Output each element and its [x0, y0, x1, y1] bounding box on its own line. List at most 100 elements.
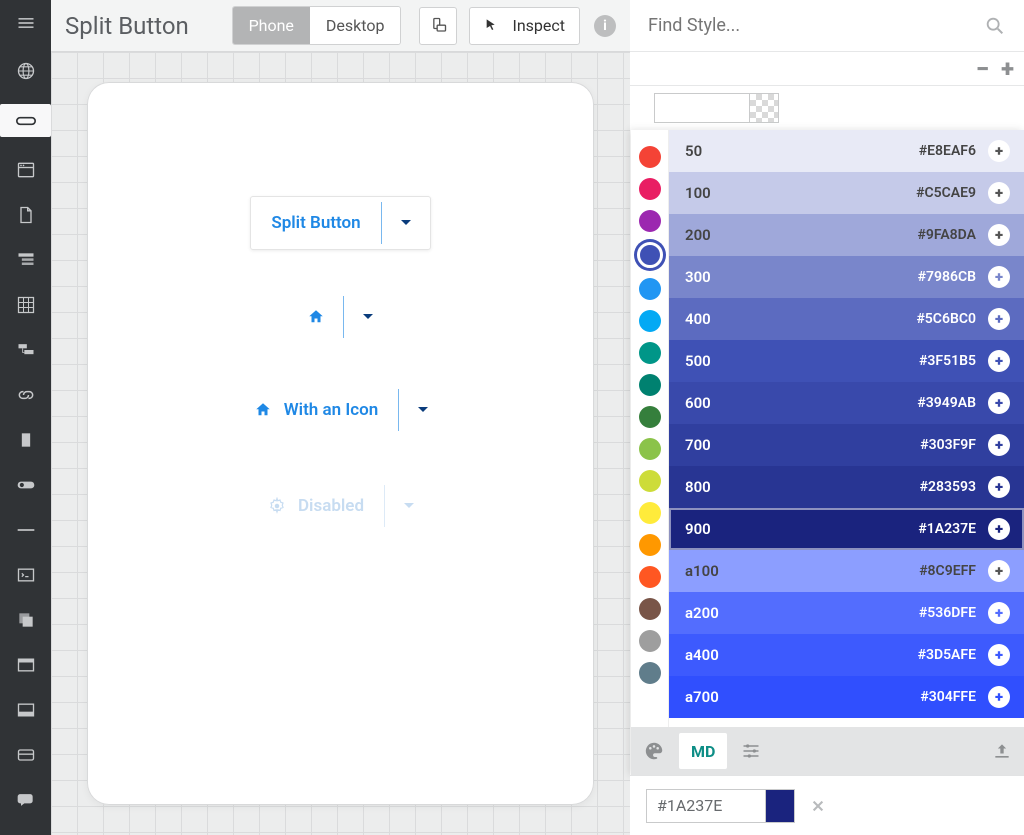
shade-name: 700	[685, 436, 920, 454]
widget-tree-icon[interactable]	[14, 248, 38, 272]
window-icon[interactable]	[14, 653, 38, 677]
search-icon[interactable]	[984, 15, 1006, 37]
hue-dot[interactable]	[639, 310, 661, 332]
hue-dot[interactable]	[639, 178, 661, 200]
browser-icon[interactable]	[14, 158, 38, 182]
shade-row[interactable]: 500#3F51B5+	[669, 340, 1024, 382]
tab-phone[interactable]: Phone	[233, 7, 310, 44]
transparent-swatch[interactable]	[749, 93, 779, 123]
hue-dot[interactable]	[639, 598, 661, 620]
add-shade-button[interactable]: +	[988, 266, 1010, 288]
split-button-main[interactable]: With an Icon	[234, 384, 399, 436]
shade-hex: #9FA8DA	[918, 227, 977, 243]
chat-icon[interactable]	[14, 788, 38, 812]
add-shade-button[interactable]: +	[988, 518, 1010, 540]
folder-tree-icon[interactable]	[14, 338, 38, 362]
inspect-button[interactable]: Inspect	[469, 7, 580, 45]
toggle-icon[interactable]	[14, 473, 38, 497]
divider	[384, 485, 385, 527]
terminal-icon[interactable]	[14, 563, 38, 587]
hue-dot[interactable]	[639, 210, 661, 232]
add-shade-button[interactable]: +	[988, 602, 1010, 624]
hue-dot[interactable]	[639, 342, 661, 364]
shade-row[interactable]: 100#C5CAE9+	[669, 172, 1024, 214]
shade-row[interactable]: 400#5C6BC0+	[669, 298, 1024, 340]
add-shade-button[interactable]: +	[988, 392, 1010, 414]
add-shade-button[interactable]: +	[988, 434, 1010, 456]
card-icon[interactable]	[14, 743, 38, 767]
upload-icon[interactable]	[992, 741, 1012, 761]
clear-icon[interactable]	[811, 799, 825, 813]
shade-row[interactable]: a400#3D5AFE +	[669, 634, 1024, 676]
hue-dot[interactable]	[639, 438, 661, 460]
hue-dot[interactable]	[639, 470, 661, 492]
add-shade-button[interactable]: +	[988, 308, 1010, 330]
hue-dot[interactable]	[639, 502, 661, 524]
add-shade-button[interactable]: +	[988, 476, 1010, 498]
shade-row[interactable]: a100#8C9EFF+	[669, 550, 1024, 592]
pill-icon[interactable]	[0, 104, 51, 137]
shade-row[interactable]: 600#3949AB+	[669, 382, 1024, 424]
hue-dot[interactable]	[639, 146, 661, 168]
palette-icon[interactable]	[643, 740, 665, 762]
add-shade-button[interactable]: +	[988, 644, 1010, 666]
server-icon[interactable]	[14, 428, 38, 452]
split-button-caret[interactable]	[382, 197, 430, 249]
sliders-icon[interactable]	[741, 741, 761, 761]
shade-row[interactable]: 300#7986CB+	[669, 256, 1024, 298]
color-swatch[interactable]	[654, 93, 750, 123]
shade-row[interactable]: 800#283593+	[669, 466, 1024, 508]
add-shade-button[interactable]: +	[988, 350, 1010, 372]
info-icon[interactable]: i	[594, 15, 616, 37]
hue-dot[interactable]	[639, 630, 661, 652]
shade-hex: #C5CAE9	[916, 185, 976, 201]
hue-dot[interactable]	[639, 278, 661, 300]
line-icon[interactable]	[14, 518, 38, 542]
color-palette-popup: 50#E8EAF6+100#C5CAE9+200#9FA8DA+300#7986…	[631, 130, 1024, 775]
panel-icon[interactable]	[14, 698, 38, 722]
add-shade-button[interactable]: +	[988, 560, 1010, 582]
globe-icon[interactable]	[14, 59, 38, 83]
hue-dot[interactable]	[637, 242, 663, 268]
grid-icon[interactable]	[14, 293, 38, 317]
hue-dot[interactable]	[639, 566, 661, 588]
shade-row[interactable]: 900#1A237E+	[669, 508, 1024, 550]
add-shade-button[interactable]: +	[988, 140, 1010, 162]
shade-hex: #3D5AFE	[918, 647, 976, 663]
add-shade-button[interactable]: +	[988, 182, 1010, 204]
shade-row[interactable]: a700#304FFE+	[669, 676, 1024, 718]
hex-chip	[765, 789, 795, 823]
stack-icon[interactable]	[14, 608, 38, 632]
link-icon[interactable]	[14, 383, 38, 407]
split-button-main[interactable]	[289, 294, 343, 340]
gear-icon	[268, 497, 286, 515]
tab-desktop[interactable]: Desktop	[310, 7, 401, 44]
shade-row[interactable]: a200#536DFE+	[669, 592, 1024, 634]
add-shade-button[interactable]: +	[988, 686, 1010, 708]
rotate-device-button[interactable]	[419, 7, 457, 45]
shade-row[interactable]: 700#303F9F+	[669, 424, 1024, 466]
shade-hex: #7986CB	[918, 269, 976, 285]
split-button-caret[interactable]	[344, 294, 392, 340]
hamburger-icon[interactable]	[0, 8, 51, 38]
shade-name: a400	[685, 646, 918, 664]
split-button-main[interactable]: Split Button	[251, 197, 380, 249]
find-style-input[interactable]	[648, 15, 984, 36]
collapse-icon[interactable]: −	[976, 57, 989, 81]
shade-hex: #8C9EFF	[919, 563, 976, 579]
md-tab[interactable]: MD	[679, 733, 727, 769]
hue-dot[interactable]	[639, 662, 661, 684]
hue-dot[interactable]	[639, 406, 661, 428]
add-icon[interactable]: +	[1001, 57, 1014, 81]
split-button-label: Disabled	[298, 496, 364, 516]
split-button-caret[interactable]	[399, 384, 447, 436]
file-icon[interactable]	[14, 203, 38, 227]
hue-dot[interactable]	[639, 374, 661, 396]
shade-row[interactable]: 50#E8EAF6+	[669, 130, 1024, 172]
add-shade-button[interactable]: +	[988, 224, 1010, 246]
hex-input[interactable]	[646, 789, 766, 823]
hue-dot[interactable]	[639, 534, 661, 556]
shade-row[interactable]: 200#9FA8DA+	[669, 214, 1024, 256]
split-button-caret	[385, 480, 433, 532]
shade-hex: #3F51B5	[919, 353, 976, 369]
